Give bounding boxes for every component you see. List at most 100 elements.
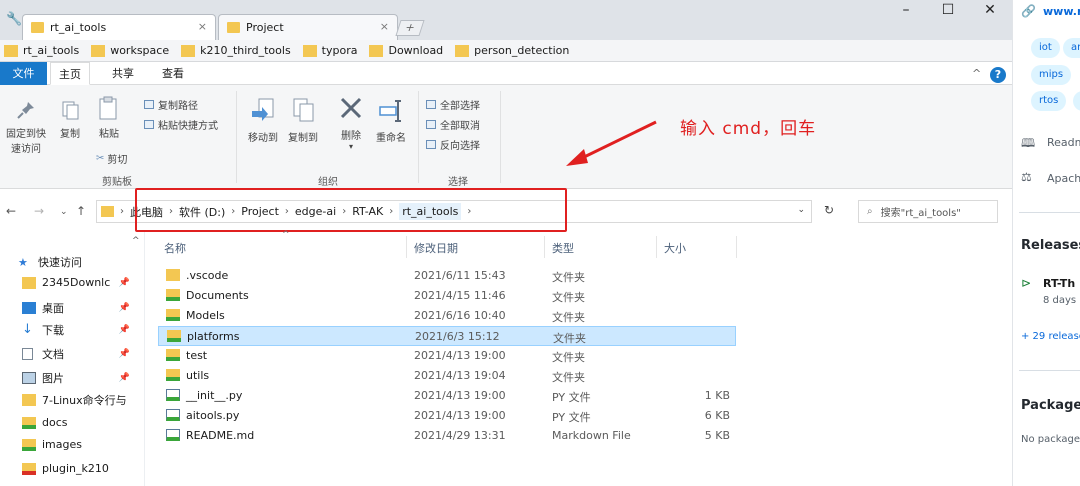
- topic-tag[interactable]: rtos: [1031, 91, 1067, 111]
- scale-icon: ⚖: [1021, 170, 1032, 184]
- cut-button[interactable]: ✂ 剪切: [96, 151, 127, 166]
- tab-view[interactable]: 查看: [154, 62, 192, 85]
- nav-item-desktop[interactable]: 桌面 📌: [22, 300, 134, 316]
- file-date: 2021/4/13 19:00: [414, 349, 506, 362]
- file-type: 文件夹: [552, 291, 585, 304]
- close-window-button[interactable]: ✕: [968, 0, 1012, 20]
- table-row[interactable]: utils 2021/4/13 19:04 文件夹: [158, 366, 736, 386]
- table-row[interactable]: Models 2021/6/16 10:40 文件夹: [158, 306, 736, 326]
- nav-quick-access[interactable]: ★ 快速访问: [18, 254, 130, 270]
- chevron-down-icon[interactable]: ⌄: [797, 205, 805, 215]
- table-row[interactable]: Documents 2021/4/15 11:46 文件夹: [158, 286, 736, 306]
- nav-label: 2345Downlc: [42, 276, 111, 289]
- paste-shortcut-icon: [144, 120, 154, 129]
- release-link[interactable]: RT-Th: [1043, 277, 1075, 290]
- column-date[interactable]: 修改日期: [414, 240, 458, 256]
- website-link[interactable]: www.r: [1043, 5, 1080, 18]
- table-row[interactable]: README.md 2021/4/29 13:31 Markdown File 5 K…: [158, 426, 736, 446]
- select-all-button[interactable]: 全部选择: [426, 97, 480, 112]
- folder-icon: [302, 44, 317, 57]
- bookmark-label: rt_ai_tools: [23, 44, 80, 57]
- releases-heading[interactable]: Releases: [1021, 238, 1080, 253]
- table-row[interactable]: test 2021/4/13 19:00 文件夹: [158, 346, 736, 366]
- bookmark-item[interactable]: typora: [302, 44, 357, 57]
- bookmark-item[interactable]: workspace: [91, 44, 169, 57]
- recent-locations-icon[interactable]: ⌄: [60, 207, 68, 217]
- nav-item-downloads[interactable]: ↓ 下载 📌: [22, 322, 134, 338]
- annotation-text: 输入 cmd，回车: [680, 119, 817, 139]
- pin-icon: [17, 102, 34, 119]
- file-date: 2021/4/13 19:00: [414, 409, 506, 422]
- rename-button[interactable]: 重命名: [372, 97, 410, 144]
- copy-path-button[interactable]: 复制路径: [144, 97, 198, 112]
- wrench-icon[interactable]: 🔧: [6, 12, 22, 27]
- paste-button[interactable]: 粘贴: [94, 95, 124, 140]
- search-input[interactable]: ⌕ 搜索"rt_ai_tools": [858, 200, 998, 223]
- column-name[interactable]: 名称: [164, 240, 186, 256]
- copy-button[interactable]: 复制: [56, 99, 84, 140]
- topic-tag[interactable]: iot: [1031, 38, 1060, 58]
- column-divider[interactable]: [656, 236, 657, 258]
- nav-item-plugin-k210[interactable]: plugin_k210: [22, 462, 134, 475]
- column-divider[interactable]: [736, 236, 737, 258]
- topic-tag[interactable]: ar: [1063, 38, 1080, 58]
- tab-project[interactable]: Project ×: [218, 14, 398, 40]
- tab-share[interactable]: 共享: [104, 62, 142, 85]
- copy-path-label: 复制路径: [158, 101, 198, 112]
- topic-tag[interactable]: u: [1073, 91, 1080, 111]
- forward-button[interactable]: →: [34, 204, 44, 218]
- column-divider[interactable]: [406, 236, 407, 258]
- copy-to-button[interactable]: 复制到: [284, 97, 322, 144]
- table-row[interactable]: aitools.py 2021/4/13 19:00 PY 文件 6 KB: [158, 406, 736, 426]
- maximize-button[interactable]: ☐: [926, 0, 970, 20]
- select-none-button[interactable]: 全部取消: [426, 117, 480, 132]
- file-type: PY 文件: [552, 411, 591, 424]
- column-divider[interactable]: [544, 236, 545, 258]
- collapse-ribbon-icon[interactable]: ^: [972, 67, 981, 80]
- nav-item-docs[interactable]: docs: [22, 416, 134, 429]
- column-type[interactable]: 类型: [552, 240, 574, 256]
- column-size[interactable]: 大小: [664, 240, 686, 256]
- minimize-button[interactable]: –: [884, 0, 928, 20]
- license-link[interactable]: Apach: [1047, 172, 1080, 185]
- tab-file[interactable]: 文件: [0, 62, 47, 85]
- nav-item-images[interactable]: images: [22, 438, 134, 451]
- up-button[interactable]: ↑: [76, 204, 86, 218]
- new-tab-button[interactable]: +: [395, 20, 425, 36]
- move-to-button[interactable]: 移动到: [244, 97, 282, 144]
- invert-selection-label: 反向选择: [440, 141, 480, 152]
- back-button[interactable]: ←: [6, 204, 16, 218]
- more-releases-link[interactable]: + 29 release: [1021, 331, 1080, 342]
- bookmark-item[interactable]: rt_ai_tools: [4, 44, 79, 57]
- tab-rt-ai-tools[interactable]: rt_ai_tools ×: [22, 14, 216, 40]
- folder-synced-icon: [166, 349, 180, 361]
- nav-item-2345downloads[interactable]: 2345Downlc 📌: [22, 276, 134, 289]
- tab-home[interactable]: 主页: [50, 62, 90, 85]
- table-row[interactable]: .vscode 2021/6/11 15:43 文件夹: [158, 266, 736, 286]
- table-row[interactable]: __init__.py 2021/4/13 19:00 PY 文件 1 KB: [158, 386, 736, 406]
- refresh-icon[interactable]: ↻: [824, 203, 834, 217]
- search-placeholder: 搜索"rt_ai_tools": [880, 208, 961, 219]
- packages-heading[interactable]: Packages: [1021, 398, 1080, 413]
- file-name: Models: [186, 309, 225, 322]
- bookmark-item[interactable]: person_detection: [455, 44, 569, 57]
- nav-item-linux-book[interactable]: 7-Linux命令行与: [22, 392, 134, 408]
- delete-button[interactable]: 删除 ▾: [334, 95, 368, 151]
- nav-item-documents[interactable]: 文档 📌: [22, 346, 134, 362]
- invert-selection-button[interactable]: 反向选择: [426, 137, 480, 152]
- pin-quick-access-button[interactable]: 固定到快 速访问: [2, 99, 50, 155]
- close-icon[interactable]: ×: [380, 20, 389, 33]
- close-icon[interactable]: ×: [198, 20, 207, 33]
- bookmark-label: workspace: [110, 44, 170, 57]
- nav-item-pictures[interactable]: 图片 📌: [22, 370, 134, 386]
- nav-label: docs: [42, 416, 68, 429]
- bookmark-item[interactable]: k210_third_tools: [181, 44, 291, 57]
- topic-tag[interactable]: mips: [1031, 65, 1072, 85]
- readme-link[interactable]: Readm: [1047, 136, 1080, 149]
- scroll-up-icon[interactable]: ^: [132, 236, 140, 246]
- bookmark-item[interactable]: Download: [369, 44, 443, 57]
- table-row[interactable]: platforms 2021/6/3 15:12 文件夹: [158, 326, 736, 346]
- download-icon: ↓: [22, 322, 33, 337]
- help-icon[interactable]: ?: [990, 67, 1006, 83]
- paste-shortcut-button[interactable]: 粘贴快捷方式: [144, 117, 218, 132]
